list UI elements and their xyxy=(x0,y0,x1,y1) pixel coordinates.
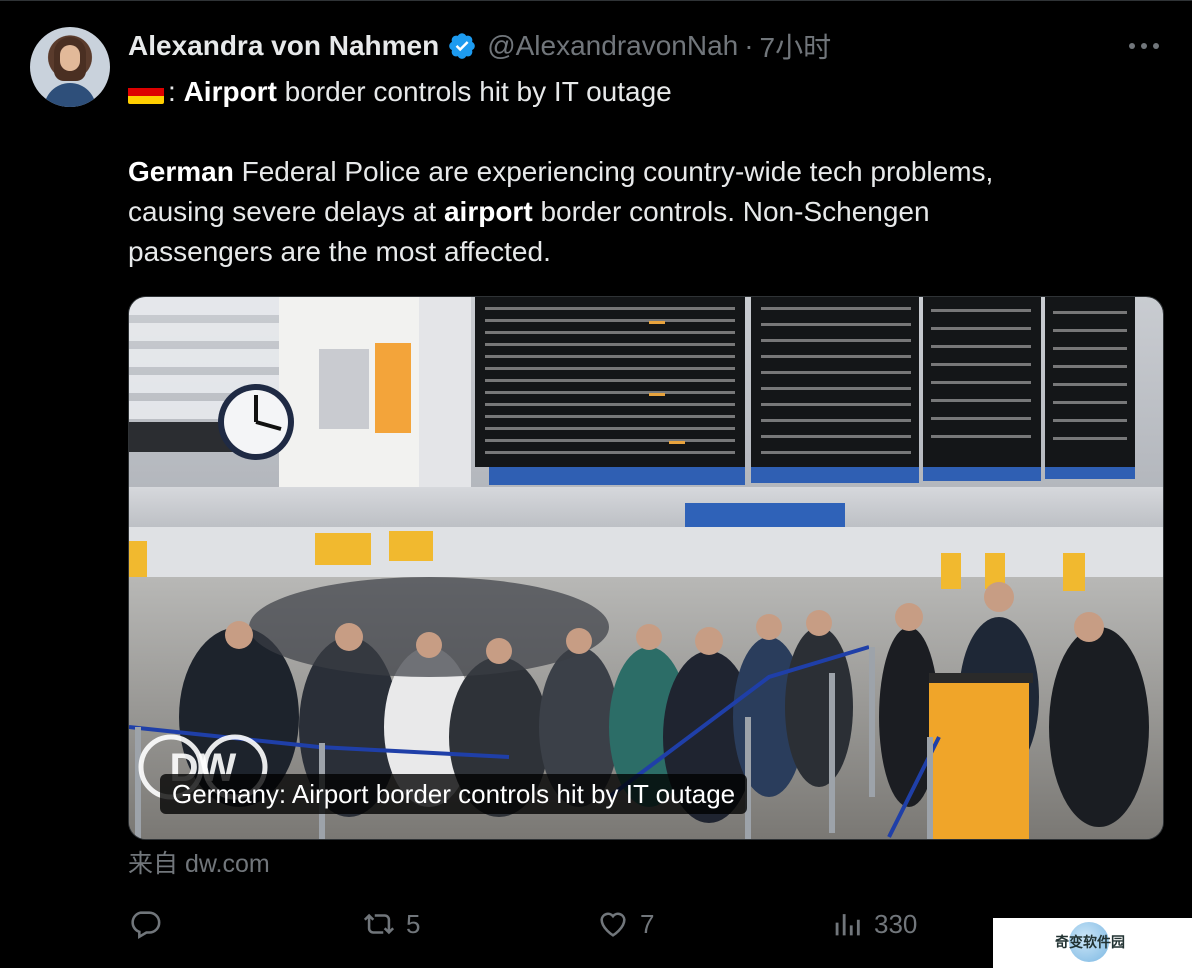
views-count: 330 xyxy=(874,908,918,939)
retweet-count: 5 xyxy=(406,908,421,939)
body-line-2-rest: border controls. Non-Schengen xyxy=(540,196,930,227)
body-bold-german[interactable]: German xyxy=(128,156,234,187)
tweet-headline: : Airport border controls hit by IT outa… xyxy=(128,72,672,112)
timestamp[interactable]: 7小时 xyxy=(760,26,832,66)
avatar-face xyxy=(60,45,80,71)
author-name[interactable]: Alexandra von Nahmen xyxy=(128,30,439,62)
link-card[interactable]: DW xyxy=(128,296,1164,840)
author-handle[interactable]: @AlexandravonNah xyxy=(487,30,738,62)
headline-bold-airport[interactable]: Airport xyxy=(184,72,277,112)
header-separator: · xyxy=(744,30,754,61)
tweet-header: Alexandra von Nahmen @AlexandravonNah · … xyxy=(128,26,831,66)
retweet-icon xyxy=(363,913,395,935)
body-line-1: Federal Police are experiencing country-… xyxy=(241,156,994,187)
more-options-icon[interactable] xyxy=(1124,34,1164,58)
card-caption[interactable]: Germany: Airport border controls hit by … xyxy=(160,774,748,814)
body-bold-airport[interactable]: airport xyxy=(444,196,533,227)
like-count: 7 xyxy=(640,908,655,939)
body-line-3: passengers are the most affected. xyxy=(128,236,551,267)
views-button[interactable]: 330 xyxy=(830,902,917,946)
headline-colon: : xyxy=(168,76,176,107)
card-source[interactable]: 来自 dw.com xyxy=(128,846,270,882)
avatar-body xyxy=(44,83,96,107)
top-divider xyxy=(0,0,1192,1)
verified-badge-icon[interactable] xyxy=(447,31,477,61)
card-photo: DW xyxy=(129,297,1163,839)
watermark: 奇变软件园 xyxy=(993,918,1192,968)
reply-icon xyxy=(131,911,161,940)
like-icon xyxy=(600,912,626,937)
like-button[interactable]: 7 xyxy=(596,902,654,946)
headline-text: border controls hit by IT outage xyxy=(284,76,672,107)
retweet-button[interactable]: 5 xyxy=(362,902,420,946)
germany-flag-icon xyxy=(128,80,164,104)
reply-button[interactable] xyxy=(128,902,172,946)
body-line-2-start: causing severe delays at xyxy=(128,196,437,227)
views-icon xyxy=(835,914,860,936)
watermark-text: 奇变软件园 xyxy=(1055,935,1125,951)
tweet-body: German Federal Police are experiencing c… xyxy=(128,152,1128,272)
avatar[interactable] xyxy=(30,27,110,107)
